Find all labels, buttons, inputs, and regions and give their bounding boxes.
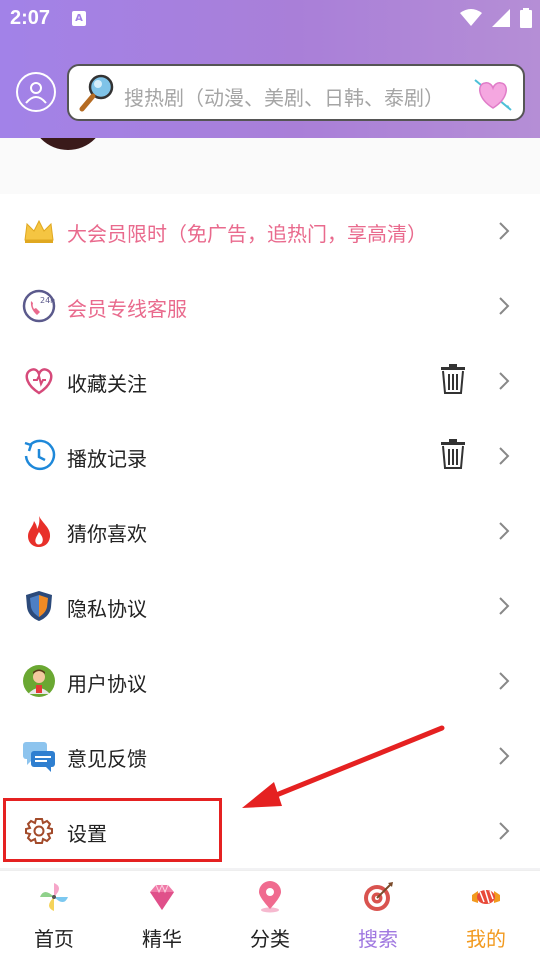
tab-home[interactable]: 首页 — [0, 871, 108, 960]
menu-item-history[interactable]: 播放记录 — [0, 419, 540, 494]
menu-item-recommend[interactable]: 猜你喜欢 — [0, 494, 540, 569]
crown-icon — [22, 214, 56, 248]
menu-item-vip[interactable]: 大会员限时（免广告，追热门，享高清） — [0, 194, 540, 269]
signal-icon — [492, 9, 510, 27]
chat-bubbles-icon — [22, 739, 56, 773]
chevron-right-icon — [499, 822, 510, 840]
menu-item-favorites[interactable]: 收藏关注 — [0, 344, 540, 419]
heart-outline-icon — [22, 364, 56, 398]
menu-label-recommend: 猜你喜欢 — [67, 522, 147, 546]
status-bar: 2:07 A — [0, 0, 540, 36]
menu-label-user-agreement: 用户协议 — [67, 672, 147, 696]
profile-strip — [0, 138, 540, 194]
trash-icon[interactable] — [440, 364, 466, 394]
menu-label-favorites: 收藏关注 — [67, 372, 147, 396]
chevron-right-icon — [499, 372, 510, 390]
user-icon — [25, 82, 47, 104]
pinwheel-icon — [40, 883, 68, 911]
tab-category[interactable]: 分类 — [216, 871, 324, 960]
chevron-right-icon — [499, 222, 510, 240]
annotation-arrow — [242, 725, 445, 808]
chevron-right-icon — [499, 597, 510, 615]
menu-label-privacy: 隐私协议 — [67, 597, 147, 621]
menu-label-feedback: 意见反馈 — [67, 747, 147, 771]
map-pin-icon — [259, 881, 281, 913]
diamond-icon — [150, 883, 174, 910]
chevron-right-icon — [499, 672, 510, 690]
menu-label-vip: 大会员限时（免广告，追热门，享高清） — [67, 222, 427, 246]
search-placeholder: 搜热剧（动漫、美剧、日韩、泰剧） — [124, 86, 444, 110]
profile-avatar[interactable] — [30, 138, 106, 150]
history-icon — [22, 439, 56, 473]
menu-item-user-agreement[interactable]: 用户协议 — [0, 644, 540, 719]
magnifier-icon — [79, 74, 114, 112]
tab-label-category: 分类 — [250, 927, 290, 951]
tab-mine[interactable]: 我的 — [432, 871, 540, 960]
wifi-icon — [460, 9, 482, 26]
tab-search[interactable]: 搜索 — [324, 871, 432, 960]
chevron-right-icon — [499, 447, 510, 465]
status-time: 2:07 — [10, 7, 51, 29]
tab-label-featured: 精华 — [142, 927, 182, 951]
heart-arrow-icon[interactable] — [473, 74, 513, 114]
trash-icon[interactable] — [440, 439, 466, 469]
24h-service-icon: 24h — [22, 289, 56, 323]
annotation-highlight-box — [3, 798, 222, 862]
candy-icon — [472, 889, 500, 904]
tab-label-home: 首页 — [34, 927, 74, 951]
svg-text:24h: 24h — [40, 296, 55, 305]
chevron-right-icon — [499, 297, 510, 315]
search-bar[interactable]: 搜热剧（动漫、美剧、日韩、泰剧） — [67, 64, 525, 121]
menu-item-customer-service[interactable]: 24h 会员专线客服 — [0, 269, 540, 344]
status-icons — [460, 8, 532, 28]
tab-label-mine: 我的 — [466, 927, 506, 951]
user-avatar-button[interactable] — [16, 72, 56, 112]
bottom-tab-bar: 首页 精华 分类 搜索 我的 — [0, 870, 540, 960]
tab-featured[interactable]: 精华 — [108, 871, 216, 960]
menu-label-customer-service: 会员专线客服 — [67, 297, 187, 321]
battery-icon — [520, 8, 532, 28]
tab-label-search: 搜索 — [358, 927, 398, 951]
chevron-right-icon — [499, 522, 510, 540]
user-badge-icon — [22, 664, 56, 698]
target-icon — [364, 882, 393, 911]
chevron-right-icon — [499, 747, 510, 765]
shield-icon — [22, 589, 56, 623]
flame-icon — [22, 514, 56, 548]
menu-label-history: 播放记录 — [67, 447, 147, 471]
notification-a-icon: A — [72, 11, 86, 26]
menu-item-privacy[interactable]: 隐私协议 — [0, 569, 540, 644]
app-header: 2:07 A 搜热剧（动漫、美剧、日韩、泰剧） — [0, 0, 540, 138]
